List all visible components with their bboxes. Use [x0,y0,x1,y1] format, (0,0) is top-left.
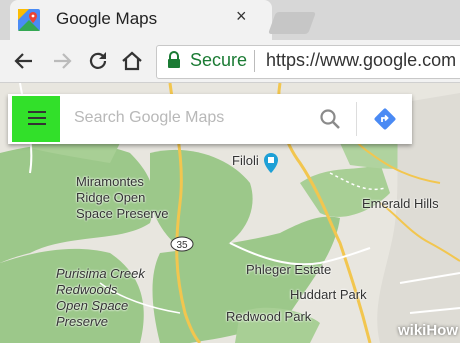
tab-title: Google Maps [56,9,158,28]
wikihow-watermark: wikiHow [398,322,459,339]
label-line: Preserve [56,314,109,329]
home-icon[interactable] [120,49,144,73]
directions-icon[interactable] [373,107,397,131]
filoli-landmark-pin-icon[interactable] [263,153,279,173]
label-line: Ridge Open [76,190,146,205]
map-label-phleger-estate[interactable]: Phleger Estate [246,262,331,278]
label-line: Open Space [56,298,129,313]
reload-icon[interactable] [86,49,110,73]
menu-icon-bar [28,117,46,119]
google-maps-favicon-icon [18,9,40,31]
menu-icon-bar [28,123,46,125]
address-separator [254,50,255,72]
map-label-huddart-park[interactable]: Huddart Park [290,287,367,303]
url-text[interactable]: https://www.google.com [266,50,456,71]
map-label-filoli[interactable]: Filoli [232,153,259,169]
search-icon[interactable] [319,108,341,130]
forward-arrow-icon[interactable] [50,49,74,73]
map-label-miramontes[interactable]: Miramontes Ridge Open Space Preserve [76,174,169,222]
label-line: Redwoods [56,282,118,297]
menu-icon-bar [28,111,46,113]
map-label-purisima[interactable]: Purisima Creek Redwoods Open Space Prese… [56,266,145,330]
label-line: Purisima Creek [56,266,145,281]
map-label-redwood-park[interactable]: Redwood Park [226,309,311,325]
secure-label: Secure [190,50,248,70]
lock-icon [168,51,180,68]
hamburger-menu-button[interactable] [12,96,60,142]
new-tab-button[interactable] [267,12,317,34]
route-number: 35 [176,240,188,251]
tab-close-icon[interactable]: × [236,6,247,27]
label-line: Miramontes [76,174,144,189]
search-divider [356,102,357,136]
maps-search-input[interactable]: Search Google Maps [74,109,224,127]
label-line: Space Preserve [76,206,169,221]
map-label-emerald-hills[interactable]: Emerald Hills [362,196,439,212]
route-shield-icon: 35 [170,236,194,252]
back-arrow-icon[interactable] [12,49,36,73]
